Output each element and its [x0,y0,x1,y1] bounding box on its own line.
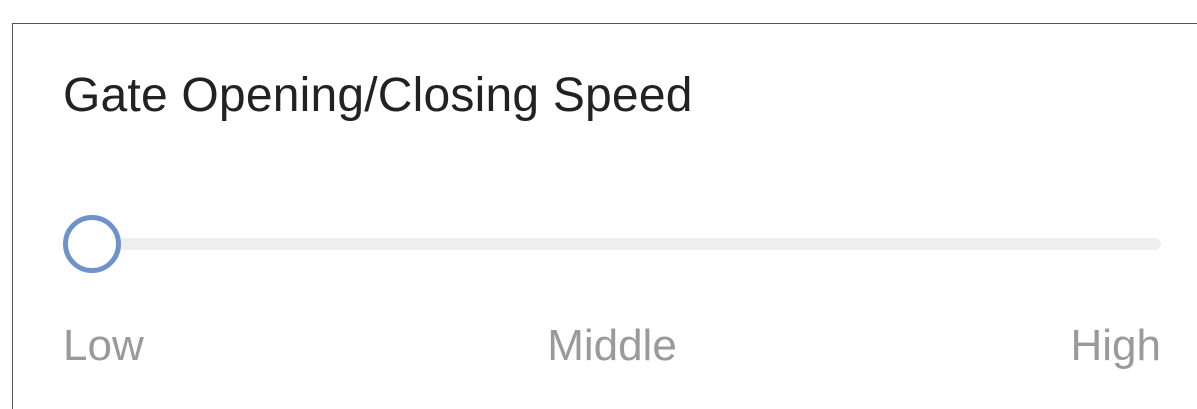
slider-tick-labels: Low Middle High [63,316,1161,376]
slider-track[interactable] [63,238,1161,250]
speed-setting-card: Gate Opening/Closing Speed Low Middle Hi… [12,23,1197,409]
speed-slider[interactable] [63,214,1161,274]
screen: Gate Opening/Closing Speed Low Middle Hi… [0,0,1197,409]
tick-label-low: Low [63,321,144,370]
setting-title: Gate Opening/Closing Speed [63,69,693,122]
slider-thumb[interactable] [63,215,121,273]
tick-label-middle: Middle [547,321,677,370]
tick-label-high: High [1070,321,1162,370]
